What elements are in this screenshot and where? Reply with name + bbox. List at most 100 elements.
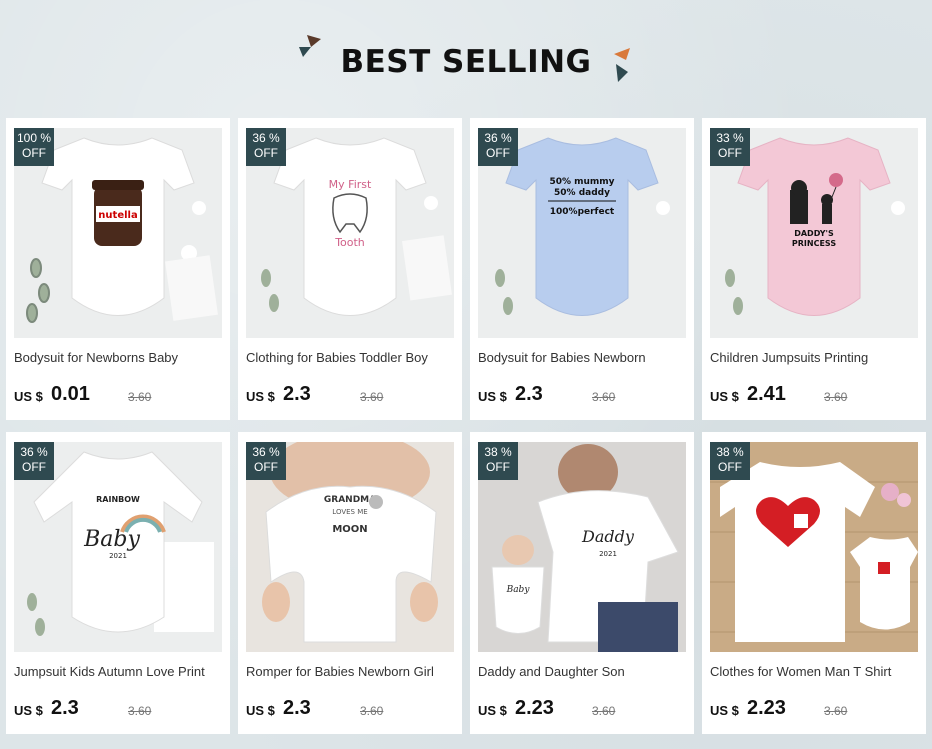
original-price: 3.60 [128, 390, 152, 404]
price-row: US $ 2.3 3.60 [246, 697, 456, 722]
discount-badge: 38 % OFF [710, 442, 750, 480]
product-image[interactable]: nutella 100 % OFF [14, 128, 222, 338]
product-name[interactable]: Clothes for Women Man T Shirt [710, 664, 920, 679]
product-name[interactable]: Clothing for Babies Toddler Boy [246, 350, 456, 365]
svg-text:PRINCESS: PRINCESS [792, 239, 836, 248]
svg-text:100%perfect: 100%perfect [550, 207, 615, 217]
price-row: US $ 2.23 3.60 [710, 697, 920, 722]
discount-badge: 38 % OFF [478, 442, 518, 480]
currency-label: US $ [246, 703, 275, 718]
svg-text:2021: 2021 [109, 552, 127, 560]
discount-percent: 33 % [716, 131, 744, 145]
discount-off-label: OFF [22, 460, 46, 474]
product-card[interactable]: 50% mummy 50% daddy 100%perfect 36 % OFF… [470, 118, 694, 420]
sale-price: 2.23 [747, 697, 786, 719]
header: BEST SELLING [0, 0, 932, 118]
product-name[interactable]: Children Jumpsuits Printing [710, 350, 920, 365]
currency-label: US $ [14, 389, 43, 404]
product-image[interactable]: GRANDMA LOVES ME MOON 36 % OFF [246, 442, 454, 652]
product-image[interactable]: Daddy 2021 Baby 38 % OFF [478, 442, 686, 652]
triangle-deco-icon [614, 48, 630, 82]
discount-off-label: OFF [718, 460, 742, 474]
discount-percent: 36 % [252, 445, 280, 459]
product-card[interactable]: DADDY'S PRINCESS 33 % OFF Children Jumps… [702, 118, 926, 420]
svg-text:LOVES ME: LOVES ME [332, 508, 367, 516]
product-name[interactable]: Jumpsuit Kids Autumn Love Print [14, 664, 224, 679]
product-card[interactable]: 38 % OFF Clothes for Women Man T Shirt U… [702, 432, 926, 734]
svg-text:RAINBOW: RAINBOW [96, 495, 140, 504]
discount-off-label: OFF [486, 460, 510, 474]
product-name[interactable]: Daddy and Daughter Son [478, 664, 688, 679]
discount-percent: 38 % [484, 445, 512, 459]
discount-off-label: OFF [254, 146, 278, 160]
discount-off-label: OFF [22, 146, 46, 160]
price-row: US $ 2.3 3.60 [14, 697, 224, 722]
discount-badge: 33 % OFF [710, 128, 750, 166]
original-price: 3.60 [360, 390, 384, 404]
sale-price: 2.3 [283, 697, 311, 719]
sale-price: 2.41 [747, 383, 786, 405]
discount-off-label: OFF [718, 146, 742, 160]
discount-off-label: OFF [254, 460, 278, 474]
original-price: 3.60 [360, 704, 384, 718]
discount-badge: 36 % OFF [478, 128, 518, 166]
discount-percent: 36 % [20, 445, 48, 459]
discount-percent: 38 % [716, 445, 744, 459]
discount-percent: 36 % [252, 131, 280, 145]
sale-price: 2.3 [283, 383, 311, 405]
discount-off-label: OFF [486, 146, 510, 160]
product-image[interactable]: 38 % OFF [710, 442, 918, 652]
sale-price: 2.3 [515, 383, 543, 405]
svg-text:Tooth: Tooth [334, 236, 365, 249]
product-name[interactable]: Romper for Babies Newborn Girl [246, 664, 456, 679]
original-price: 3.60 [592, 704, 616, 718]
currency-label: US $ [478, 703, 507, 718]
product-card[interactable]: My First Tooth 36 % OFF Clothing for Bab… [238, 118, 462, 420]
sale-price: 2.3 [51, 697, 79, 719]
svg-text:50% daddy: 50% daddy [554, 188, 610, 198]
svg-text:MOON: MOON [332, 524, 367, 535]
product-card[interactable]: nutella 100 % OFF Bodysuit for Newborns … [6, 118, 230, 420]
discount-badge: 36 % OFF [246, 128, 286, 166]
svg-text:50% mummy: 50% mummy [549, 177, 614, 187]
price-row: US $ 0.01 3.60 [14, 383, 224, 408]
product-image[interactable]: DADDY'S PRINCESS 33 % OFF [710, 128, 918, 338]
discount-percent: 36 % [484, 131, 512, 145]
product-card[interactable]: RAINBOW Baby 2021 36 % OFF Jumpsuit Kids… [6, 432, 230, 734]
svg-text:Baby: Baby [506, 585, 531, 595]
price-row: US $ 2.3 3.60 [246, 383, 456, 408]
svg-text:DADDY'S: DADDY'S [794, 229, 834, 238]
svg-text:GRANDMA: GRANDMA [324, 495, 376, 505]
original-price: 3.60 [824, 704, 848, 718]
product-image[interactable]: 50% mummy 50% daddy 100%perfect 36 % OFF [478, 128, 686, 338]
discount-badge: 36 % OFF [246, 442, 286, 480]
sale-price: 2.23 [515, 697, 554, 719]
svg-text:2021: 2021 [599, 550, 617, 558]
currency-label: US $ [478, 389, 507, 404]
sale-price: 0.01 [51, 383, 90, 405]
price-row: US $ 2.23 3.60 [478, 697, 688, 722]
currency-label: US $ [710, 389, 739, 404]
price-row: US $ 2.3 3.60 [478, 383, 688, 408]
svg-text:Daddy: Daddy [581, 527, 635, 546]
product-card[interactable]: GRANDMA LOVES ME MOON 36 % OFF Romper fo… [238, 432, 462, 734]
discount-percent: 100 % [16, 131, 52, 145]
product-name[interactable]: Bodysuit for Newborns Baby [14, 350, 224, 365]
original-price: 3.60 [592, 390, 616, 404]
svg-text:Baby: Baby [83, 527, 140, 552]
discount-badge: 36 % OFF [14, 442, 54, 480]
price-row: US $ 2.41 3.60 [710, 383, 920, 408]
original-price: 3.60 [128, 704, 152, 718]
product-print-text: nutella [98, 210, 137, 221]
currency-label: US $ [14, 703, 43, 718]
product-name[interactable]: Bodysuit for Babies Newborn [478, 350, 688, 365]
product-image[interactable]: RAINBOW Baby 2021 36 % OFF [14, 442, 222, 652]
currency-label: US $ [246, 389, 275, 404]
page-title: BEST SELLING [340, 44, 592, 80]
product-image[interactable]: My First Tooth 36 % OFF [246, 128, 454, 338]
discount-badge: 100 % OFF [14, 128, 54, 166]
svg-text:My First: My First [329, 178, 372, 191]
original-price: 3.60 [824, 390, 848, 404]
product-card[interactable]: Daddy 2021 Baby 38 % OFF Daddy and Daugh… [470, 432, 694, 734]
currency-label: US $ [710, 703, 739, 718]
